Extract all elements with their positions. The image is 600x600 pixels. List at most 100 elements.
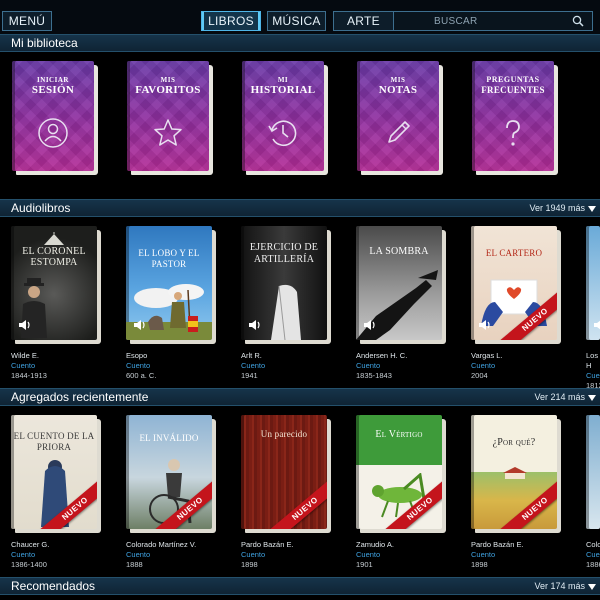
book-card[interactable]: Ejercicio de Artillería xyxy=(241,226,331,344)
book-genre-link[interactable]: Cuento xyxy=(471,361,571,371)
library-login-button[interactable]: INICIAR SESIÓN xyxy=(12,61,98,175)
book-meta: Chaucer G. Cuento 1386-1400 xyxy=(11,540,111,570)
tab-musica[interactable]: MÚSICA xyxy=(267,11,326,31)
chevron-down-icon xyxy=(588,205,596,212)
book-meta: Colo Cuen 1886 xyxy=(586,540,600,570)
book-author: Wilde E. xyxy=(11,351,39,360)
farmhouse-illustration xyxy=(503,467,527,479)
book-year: 1386-1400 xyxy=(11,560,47,569)
tab-libros[interactable]: LIBROS xyxy=(201,11,261,31)
tab-arte[interactable]: ARTE xyxy=(333,11,393,31)
book-genre-link[interactable]: Cuento xyxy=(241,550,341,560)
section-title: Mi biblioteca xyxy=(11,36,78,50)
section-title: Recomendados xyxy=(11,579,96,593)
history-clock-icon xyxy=(268,120,297,146)
search-box xyxy=(393,11,593,31)
book-year: 1898 xyxy=(471,560,488,569)
book-card[interactable]: La Sombra xyxy=(356,226,446,344)
audio-speaker-icon xyxy=(249,320,260,330)
see-more-link[interactable]: Ver 174 más xyxy=(534,581,596,591)
book-year: 600 a. C. xyxy=(126,371,157,380)
book-card[interactable]: ¿Por qué? NUEVO xyxy=(471,415,561,533)
book-title: Un parecido xyxy=(260,429,308,439)
book-author: Chaucer G. xyxy=(11,540,50,549)
user-icon xyxy=(38,118,68,148)
pencil-icon xyxy=(388,121,410,143)
menu-button[interactable]: MENÚ xyxy=(2,11,52,31)
book-card[interactable]: El Inválido NUEVO xyxy=(126,415,216,533)
see-more-link[interactable]: Ver 214 más xyxy=(534,392,596,402)
library-notes-button[interactable]: MIS NOTAS xyxy=(357,61,443,175)
book-card[interactable]: El Lobo y el Pastor xyxy=(126,226,216,344)
section-title: Agregados recientemente xyxy=(11,390,149,404)
book-meta: Vargas L. Cuento 2004 xyxy=(471,351,571,381)
section-header-agregados-recientemente: Agregados recientemente Ver 214 más xyxy=(0,388,600,406)
book-genre-link[interactable]: Cuento xyxy=(11,361,111,371)
question-icon xyxy=(506,120,520,146)
search-icon[interactable] xyxy=(572,15,584,27)
section-header-mi-biblioteca: Mi biblioteca xyxy=(0,34,600,52)
chevron-down-icon xyxy=(588,583,596,590)
book-genre-link[interactable]: Cuen xyxy=(586,550,600,560)
book-title: El Lobo y el Pastor xyxy=(138,248,200,269)
library-faq-button[interactable]: PREGUNTAS FRECUENTES xyxy=(472,61,558,175)
book-author: Esopo xyxy=(126,351,148,360)
library-favorites-button[interactable]: MIS FAVORITOS xyxy=(127,61,213,175)
book-meta: Colorado Martínez V. Cuento 1888 xyxy=(126,540,226,570)
book-year: 1835-1843 xyxy=(356,371,392,380)
book-title: El Cuento de la Priora xyxy=(13,431,95,452)
book-author: Pardo Bazán E. xyxy=(241,540,294,549)
section-header-audiolibros: Audiolibros Ver 1949 más xyxy=(0,199,600,217)
book-meta: Pardo Bazán E. Cuento 1898 xyxy=(471,540,571,570)
library-label-line1: PREGUNTAS xyxy=(486,75,540,84)
book-title: Ejercicio de Artillería xyxy=(249,242,319,265)
book-card[interactable] xyxy=(586,226,600,342)
sunburst-ornament-icon xyxy=(44,232,64,245)
book-meta: Esopo Cuento 600 a. C. xyxy=(126,351,226,381)
book-year: 1886 xyxy=(586,560,600,569)
book-year: 1888 xyxy=(126,560,143,569)
audio-speaker-icon xyxy=(134,320,145,330)
book-title: La Sombra xyxy=(369,246,429,257)
section-title: Audiolibros xyxy=(11,201,71,215)
book-title: ¿Por qué? xyxy=(492,437,536,448)
audio-speaker-icon xyxy=(594,320,600,330)
see-more-link[interactable]: Ver 1949 más xyxy=(529,203,596,213)
book-author: Colo xyxy=(586,540,600,549)
book-card[interactable] xyxy=(586,415,600,531)
book-meta: Zamudio A. Cuento 1901 xyxy=(356,540,456,570)
audio-speaker-icon xyxy=(479,320,490,330)
search-input[interactable] xyxy=(394,12,564,30)
library-label-line2: NOTAS xyxy=(378,84,418,96)
book-genre-link[interactable]: Cuento xyxy=(126,361,226,371)
book-card[interactable]: El Cuento de la Priora NUEVO xyxy=(11,415,101,533)
book-card[interactable]: Un parecido NUEVO xyxy=(241,415,331,533)
library-label-line2: HISTORIAL xyxy=(250,84,316,96)
book-author: Los H xyxy=(586,351,599,370)
book-genre-link[interactable]: Cuento xyxy=(356,550,456,560)
book-title: El Vértigo xyxy=(375,429,423,440)
book-author: Zamudio A. xyxy=(356,540,394,549)
book-genre-link[interactable]: Cuento xyxy=(126,550,226,560)
book-genre-link[interactable]: Cuen xyxy=(586,371,600,381)
book-meta: Arlt R. Cuento 1941 xyxy=(241,351,341,381)
book-card[interactable]: El Coronel Estompa xyxy=(11,226,101,344)
new-badge: NUEVO xyxy=(500,477,557,529)
book-card[interactable]: El Cartero NUEVO xyxy=(471,226,561,344)
book-meta: Andersen H. C. Cuento 1835-1843 xyxy=(356,351,456,381)
book-author: Andersen H. C. xyxy=(356,351,408,360)
library-history-button[interactable]: MI HISTORIAL xyxy=(242,61,328,175)
book-meta: Los H Cuen 1812 xyxy=(586,351,600,391)
book-author: Arlt R. xyxy=(241,351,262,360)
book-genre-link[interactable]: Cuento xyxy=(471,550,571,560)
book-meta: Pardo Bazán E. Cuento 1898 xyxy=(241,540,341,570)
book-genre-link[interactable]: Cuento xyxy=(241,361,341,371)
library-label-line2: SESIÓN xyxy=(31,84,75,96)
book-card[interactable]: El Vértigo NUEVO xyxy=(356,415,446,533)
book-year: 2004 xyxy=(471,371,488,380)
library-label-line2: FRECUENTES xyxy=(481,85,545,95)
book-genre-link[interactable]: Cuento xyxy=(11,550,111,560)
book-year: 1901 xyxy=(356,560,373,569)
audio-speaker-icon xyxy=(364,320,375,330)
book-genre-link[interactable]: Cuento xyxy=(356,361,456,371)
